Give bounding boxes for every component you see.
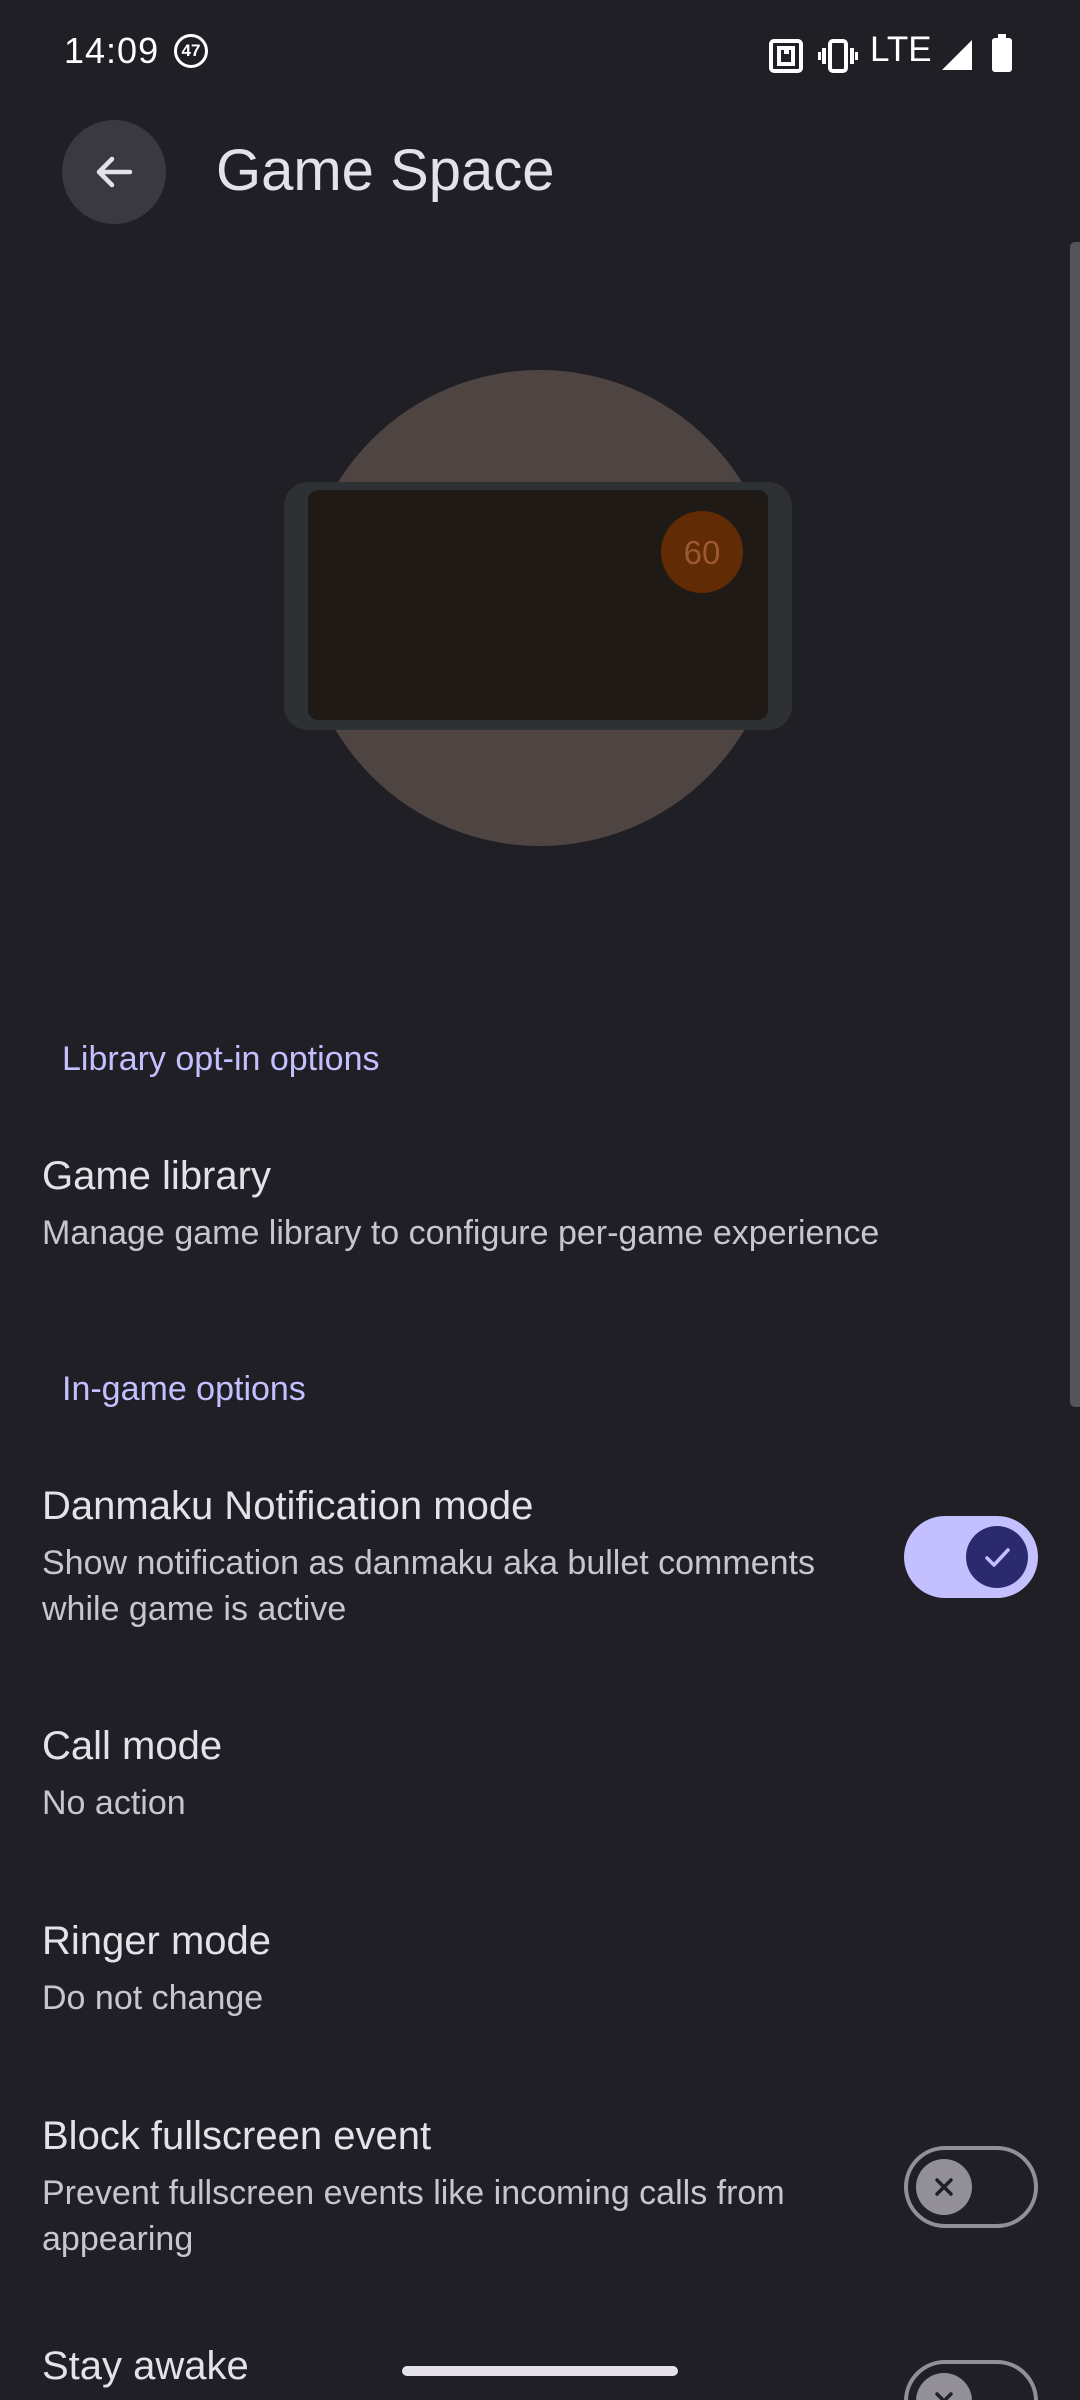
page-title: Game Space <box>216 138 555 203</box>
gesture-navigation-bar[interactable] <box>402 2366 678 2376</box>
toggle-thumb <box>916 2159 972 2215</box>
danmaku-toggle[interactable] <box>904 1516 1038 1598</box>
game-space-illustration: 60 <box>0 330 1080 890</box>
check-icon <box>985 1548 1010 1567</box>
toggle-thumb <box>966 1526 1028 1588</box>
network-type: LTE <box>870 30 932 69</box>
fps-badge: 60 <box>684 534 721 571</box>
block-fullscreen-item[interactable]: Block fullscreen event Prevent fullscree… <box>0 2100 1080 2280</box>
game-library-title: Game library <box>42 1154 271 1198</box>
stay-awake-title: Stay awake <box>42 2344 249 2388</box>
section-header-library: Library opt-in options <box>62 1040 380 1078</box>
nfc-icon <box>769 39 803 73</box>
stay-awake-toggle[interactable] <box>904 2360 1038 2400</box>
notification-count-badge: 47 <box>174 34 208 68</box>
signal-icon <box>942 40 972 70</box>
stay-awake-item[interactable]: Stay awake <box>0 2330 1080 2400</box>
arrow-back-icon <box>96 156 133 188</box>
game-library-item[interactable]: Game library Manage game library to conf… <box>0 1140 1080 1290</box>
game-library-summary: Manage game library to configure per-gam… <box>42 1214 880 1252</box>
block-fullscreen-toggle[interactable] <box>904 2146 1038 2228</box>
ringer-mode-item[interactable]: Ringer mode Do not change <box>0 1905 1080 2045</box>
game-space-screen: 14:09 47 LTE Game Space 60 Library opt-i… <box>0 0 1080 2400</box>
back-button[interactable] <box>62 120 166 224</box>
status-bar: 14:09 47 LTE <box>0 0 1080 110</box>
call-mode-item[interactable]: Call mode No action <box>0 1710 1080 1850</box>
status-time: 14:09 <box>64 30 160 71</box>
ringer-mode-summary: Do not change <box>42 1979 264 2017</box>
danmaku-notification-item[interactable]: Danmaku Notification mode Show notificat… <box>0 1470 1080 1650</box>
close-icon <box>935 2392 953 2400</box>
phone-landscape-graphic: 60 <box>284 370 792 846</box>
danmaku-title: Danmaku Notification mode <box>42 1484 534 1528</box>
call-mode-summary: No action <box>42 1784 186 1822</box>
danmaku-summary: Show notification as danmaku aka bullet … <box>42 1544 815 1628</box>
ringer-mode-title: Ringer mode <box>42 1919 272 1963</box>
call-mode-title: Call mode <box>42 1724 223 1768</box>
section-header-in-game: In-game options <box>62 1370 306 1408</box>
toggle-thumb <box>916 2373 972 2400</box>
block-fullscreen-summary: Prevent fullscreen events like incoming … <box>42 2174 785 2258</box>
battery-icon <box>992 34 1012 72</box>
vibrate-icon <box>818 39 858 73</box>
close-icon <box>935 2178 953 2196</box>
block-fullscreen-title: Block fullscreen event <box>42 2114 432 2158</box>
